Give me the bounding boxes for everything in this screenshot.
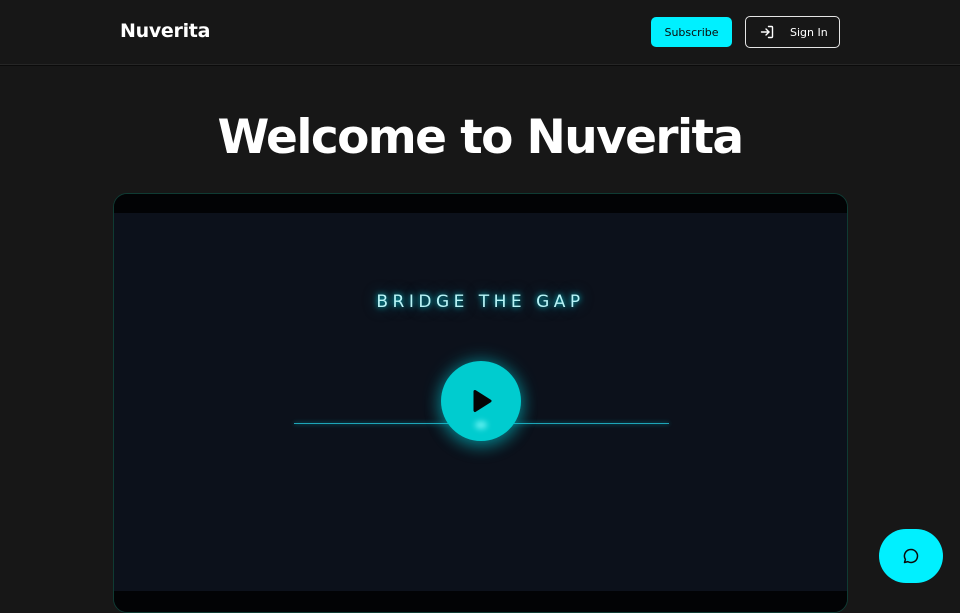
video-tagline: BRIDGE THE GAP — [376, 292, 585, 312]
chat-button[interactable] — [879, 529, 943, 583]
page-title: Welcome to Nuverita — [217, 110, 744, 165]
chat-bubble-icon — [902, 547, 920, 565]
play-icon — [466, 386, 496, 416]
video-letterbox-bottom — [114, 591, 847, 612]
video-player[interactable]: BRIDGE THE GAP — [113, 193, 848, 613]
sign-in-button[interactable]: Sign In — [745, 16, 840, 48]
play-button-glow — [475, 421, 487, 429]
video-letterbox-top — [114, 194, 847, 213]
top-navigation-bar: Nuverita Subscribe Sign In — [0, 0, 960, 65]
brand-logo-text[interactable]: Nuverita — [120, 20, 210, 42]
subscribe-button[interactable]: Subscribe — [651, 17, 732, 47]
play-button[interactable] — [441, 361, 521, 441]
sign-in-label: Sign In — [790, 25, 828, 39]
sign-in-icon — [759, 24, 775, 40]
